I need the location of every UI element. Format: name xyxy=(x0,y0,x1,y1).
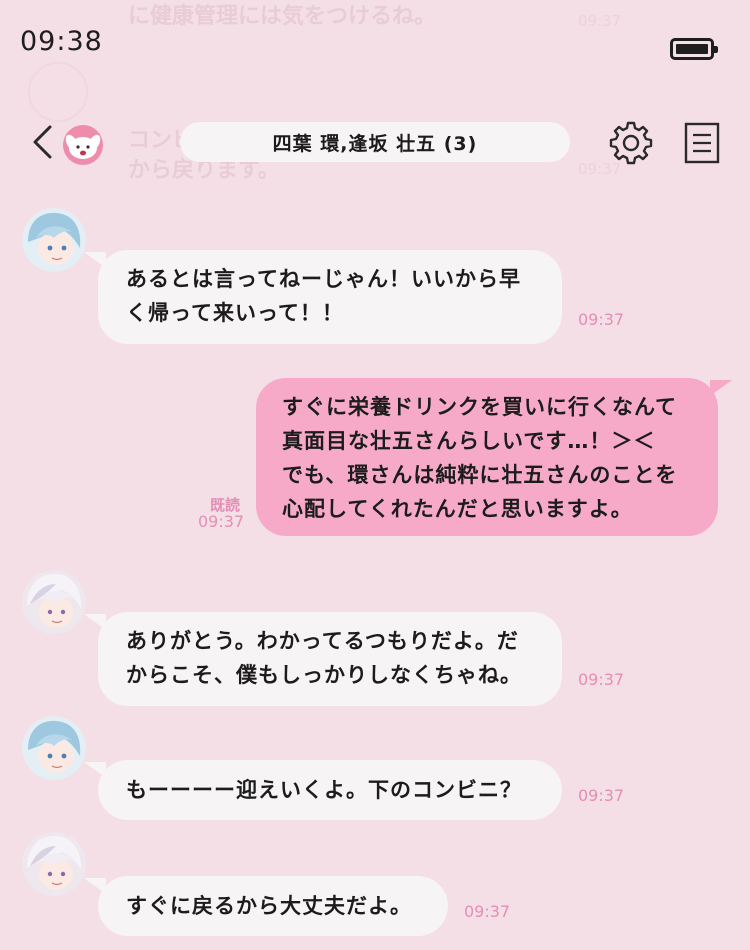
message-time: 09:37 xyxy=(578,670,625,689)
gear-icon[interactable] xyxy=(608,120,654,166)
notes-icon[interactable] xyxy=(684,122,720,164)
message-bubble[interactable]: あるとは言ってねーじゃん！いいから早 く帰って来いって！！ xyxy=(84,250,562,344)
battery-icon xyxy=(670,38,718,60)
white-hair-avatar[interactable] xyxy=(22,570,86,634)
chat-title: 四葉 環,逢坂 壮五 (3) xyxy=(180,122,570,162)
message-bubble[interactable]: ありがとう。わかってるつもりだよ。だ からこそ、僕もしっかりしなくちゃね。 xyxy=(84,612,562,706)
message-time: 09:37 xyxy=(198,512,245,531)
background-avatar xyxy=(28,62,88,122)
chevron-left-icon[interactable] xyxy=(30,124,56,160)
status-bar-time: 09:38 xyxy=(20,26,103,57)
message-time: 09:37 xyxy=(464,902,511,921)
message-time: 09:37 xyxy=(578,310,625,329)
rabbit-mascot-icon xyxy=(63,125,103,165)
light-blue-hair-avatar[interactable] xyxy=(22,208,86,272)
background-message-time: 09:37 xyxy=(578,12,622,30)
chat-screen: に健康管理には気をつけるね。 09:37 コンビ から戻ります。 09:37 0… xyxy=(0,0,750,950)
message-time: 09:37 xyxy=(578,786,625,805)
message-bubble[interactable]: もーーーー迎えいくよ。下のコンビニ？ xyxy=(84,760,562,820)
message-bubble[interactable]: すぐに栄養ドリンクを買いに行くなんて 真面目な壮五さんらしいです…！＞＜ でも、… xyxy=(256,378,732,536)
battery-level xyxy=(676,44,708,54)
message-bubble[interactable]: すぐに戻るから大丈夫だよ。 xyxy=(84,876,448,936)
battery-tip xyxy=(714,46,718,53)
background-message-text: に健康管理には気をつけるね。 xyxy=(128,4,437,29)
white-hair-avatar[interactable] xyxy=(22,832,86,896)
light-blue-hair-avatar[interactable] xyxy=(22,716,86,780)
